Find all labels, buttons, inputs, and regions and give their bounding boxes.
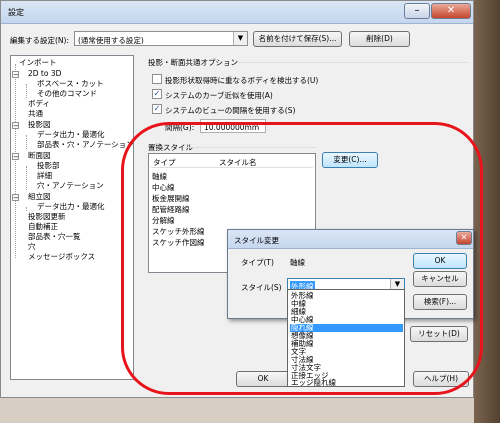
minimize-button[interactable]: – — [404, 3, 430, 19]
type-label: タイプ(T) — [241, 258, 274, 267]
close-button[interactable]: ✕ — [431, 3, 471, 19]
tree-item[interactable]: 自動補正 — [28, 222, 58, 232]
curve-approx-checkbox[interactable]: ✓ — [152, 89, 162, 99]
detect-bodies-checkbox[interactable] — [152, 74, 162, 84]
tree-item[interactable]: メッセージボックス — [28, 252, 95, 262]
minimize-icon: – — [414, 5, 420, 16]
tree-item[interactable]: その他のコマンド — [37, 89, 97, 99]
tree-item[interactable]: データ出力・最適化 — [37, 130, 105, 140]
collapse-icon[interactable]: − — [12, 71, 19, 79]
title-bar: 設定 — [1, 1, 473, 24]
curve-approx-label: システムのカーブ近似を使用(A) — [165, 91, 273, 100]
tree-item[interactable]: 2D to 3D — [28, 69, 61, 79]
list-item[interactable]: 軸線 — [152, 172, 167, 182]
edit-settings-label: 編集する設定(N): — [10, 36, 69, 45]
edit-settings-value: (通常使用する設定) — [78, 36, 144, 45]
collapse-icon[interactable]: − — [12, 153, 19, 161]
style-dropdown-list[interactable]: 外形線 中線 細線 中心線 隠れ線 想像線 補助線 文字 寸法線 寸法文字 正接… — [287, 289, 405, 387]
close-icon: ✕ — [460, 233, 468, 242]
gap-label: 間隔(G): — [165, 123, 195, 132]
style-dialog-close-button[interactable]: ✕ — [456, 231, 472, 245]
list-item[interactable]: 板金展開線 — [152, 194, 190, 204]
edit-settings-combo[interactable]: (通常使用する設定) ▼ — [74, 31, 248, 46]
style-dialog-title-bar: スタイル変更 — [228, 230, 473, 249]
group-divider — [186, 147, 316, 148]
tree-item[interactable]: 投影図更新 — [28, 212, 66, 222]
type-value: 軸線 — [290, 258, 305, 267]
tree-line — [26, 135, 27, 149]
ok-button[interactable]: OK — [236, 371, 290, 387]
list-item[interactable]: スケッチ作図線 — [152, 238, 205, 248]
delete-button[interactable]: 削除(D) — [349, 31, 410, 47]
dropdown-item[interactable]: 外形線 — [290, 292, 403, 300]
close-icon: ✕ — [446, 5, 456, 16]
gap-value: 10.000000mm — [204, 123, 260, 132]
list-item[interactable]: 中心線 — [152, 183, 175, 193]
desktop-strip — [0, 398, 474, 423]
tree-line — [26, 166, 27, 190]
dropdown-item[interactable]: エッジ隠れ線 — [290, 379, 403, 387]
tree-item[interactable]: インポート — [19, 58, 57, 68]
dropdown-item[interactable]: 補助線 — [290, 340, 403, 348]
tree-item[interactable]: 組立図 — [28, 192, 51, 202]
style-dialog-title: スタイル変更 — [234, 236, 279, 245]
collapse-icon[interactable]: − — [12, 122, 19, 130]
window-title: 設定 — [8, 8, 24, 17]
view-spacing-checkbox[interactable]: ✓ — [152, 104, 162, 114]
tree-item[interactable]: 穴 — [28, 242, 36, 252]
tree-item[interactable]: 詳細 — [37, 171, 52, 181]
save-as-button[interactable]: 名前を付けて保存(S)... — [253, 31, 342, 47]
tree-item[interactable]: ボディ — [28, 99, 50, 109]
tree-item[interactable]: 穴・アノテーション — [37, 181, 104, 191]
tree-item[interactable]: 投影図 — [28, 120, 51, 130]
style-cancel-button[interactable]: キャンセル — [413, 271, 467, 287]
tree-item[interactable]: 部品表・穴・アノテーション — [37, 140, 134, 150]
tree-item[interactable]: ボスベース・カット — [37, 79, 104, 89]
tree-item[interactable]: 部品表・穴一覧 — [28, 232, 81, 242]
style-ok-button[interactable]: OK — [413, 253, 467, 269]
list-item[interactable]: 配管経路線 — [152, 205, 190, 215]
dropdown-item[interactable]: 中線 — [290, 300, 403, 308]
browse-button[interactable]: 検索(F)... — [413, 294, 467, 310]
reset-button[interactable]: リセット(D) — [410, 326, 468, 342]
header-divider — [151, 167, 313, 168]
tree-line — [15, 64, 16, 258]
list-item[interactable]: 分解線 — [152, 216, 175, 226]
tree-line — [26, 84, 27, 98]
group-divider — [238, 62, 468, 63]
options-group-title: 投影・断面共通オプション — [148, 58, 238, 67]
gap-input[interactable]: 10.000000mm — [200, 119, 266, 133]
collapse-icon[interactable]: − — [12, 194, 19, 202]
view-spacing-label: システムのビューの間隔を使用する(S) — [165, 106, 296, 115]
style-label: スタイル(S) — [241, 283, 282, 292]
tree-item[interactable]: 投影部 — [37, 161, 60, 171]
list-item[interactable]: スケッチ外形線 — [152, 227, 205, 237]
tree-item[interactable]: 共通 — [28, 109, 43, 119]
tree-item[interactable]: 断面図 — [28, 151, 51, 161]
chevron-down-icon: ▼ — [233, 32, 247, 45]
detect-bodies-label: 投影形状取得時に重なるボディを検出する(U) — [165, 76, 319, 85]
tree-line — [26, 207, 27, 211]
desktop-background — [474, 0, 500, 423]
help-button[interactable]: ヘルプ(H) — [413, 371, 469, 387]
change-button[interactable]: 変更(C)... — [322, 152, 378, 168]
tree-item[interactable]: データ出力・最適化 — [37, 202, 105, 212]
